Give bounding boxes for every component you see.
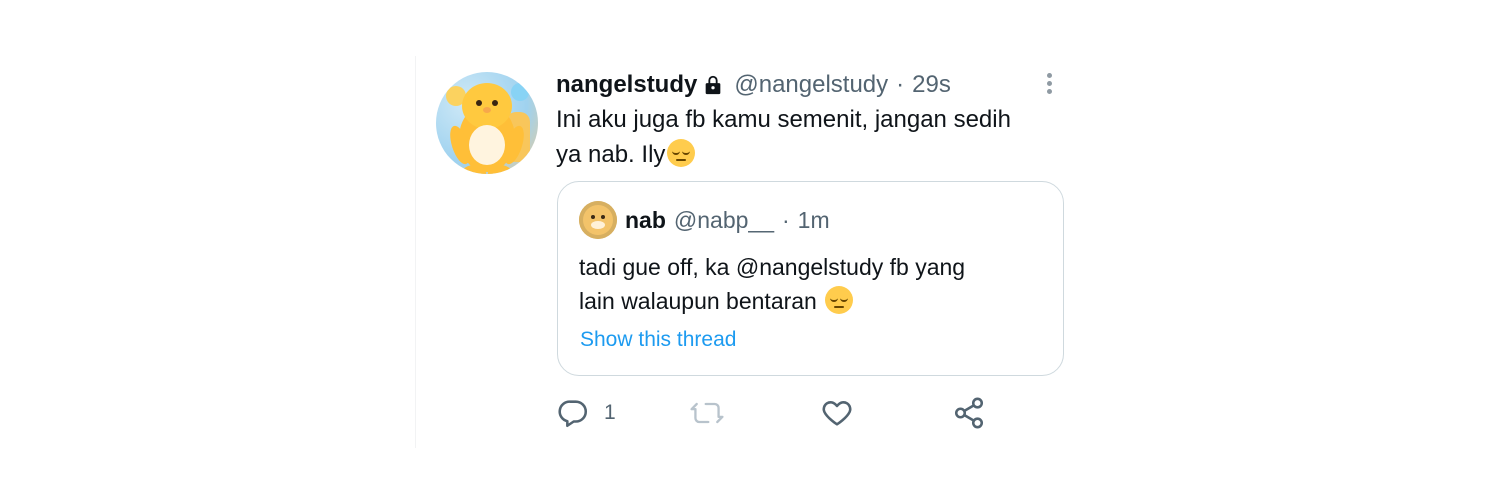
tweet-text-line-2: ya nab. Ily — [556, 137, 1056, 172]
pensive-face-icon — [825, 286, 854, 314]
quoted-tweet-text-line-2: lain walaupun bentaran — [579, 284, 1039, 318]
face-with-rolling-eyes-icon — [667, 139, 696, 167]
share-button[interactable] — [952, 396, 986, 430]
yellow-character-avatar-icon — [446, 83, 530, 174]
timestamp-separator: · — [896, 71, 905, 98]
retweet-button[interactable] — [689, 396, 725, 430]
tweet-text-line-2-words: ya nab. Ily — [556, 141, 666, 168]
quoted-user-handle[interactable]: @nabp__ — [674, 207, 774, 234]
quoted-tweet-text-line-2-words: lain walaupun bentaran — [579, 288, 817, 314]
tweet-timestamp[interactable]: 29s — [912, 71, 951, 99]
more-options-icon[interactable] — [1042, 70, 1056, 98]
quoted-tweet-header: nab @nabp__ · 1m — [625, 205, 830, 235]
quoted-user-avatar[interactable] — [579, 201, 617, 239]
quoted-timestamp-separator: · — [782, 206, 790, 233]
tweet-text-line-1: Ini aku juga fb kamu semenit, jangan sed… — [556, 106, 1011, 133]
display-name[interactable]: nangelstudy — [556, 71, 697, 99]
tweet-actions: 1 — [556, 396, 1036, 436]
quoted-avatar-character-icon — [579, 201, 617, 239]
share-icon — [952, 396, 986, 430]
lock-icon — [702, 74, 724, 96]
profile-avatar[interactable] — [436, 72, 538, 174]
quoted-tweet[interactable]: nab @nabp__ · 1m tadi gue off, ka @nange… — [557, 181, 1064, 376]
reply-button[interactable]: 1 — [556, 396, 616, 430]
reply-icon — [556, 396, 590, 430]
like-icon — [820, 396, 854, 430]
retweet-icon — [689, 396, 725, 430]
reply-count: 1 — [604, 401, 616, 424]
like-button[interactable] — [820, 396, 854, 430]
quoted-tweet-text: tadi gue off, ka @nangelstudy fb yang la… — [579, 250, 1039, 318]
quoted-display-name[interactable]: nab — [625, 207, 666, 234]
show-thread-link[interactable]: Show this thread — [580, 328, 736, 352]
user-handle[interactable]: @nangelstudy — [734, 71, 888, 99]
quoted-tweet-timestamp[interactable]: 1m — [798, 207, 830, 234]
tweet-header: nangelstudy @nangelstudy · 29s — [556, 70, 951, 100]
quoted-tweet-text-line-1: tadi gue off, ka @nangelstudy fb yang — [579, 254, 966, 280]
tweet-text: Ini aku juga fb kamu semenit, jangan sed… — [556, 102, 1056, 172]
tweet-card[interactable]: nangelstudy @nangelstudy · 29s Ini aku j… — [415, 56, 1088, 448]
